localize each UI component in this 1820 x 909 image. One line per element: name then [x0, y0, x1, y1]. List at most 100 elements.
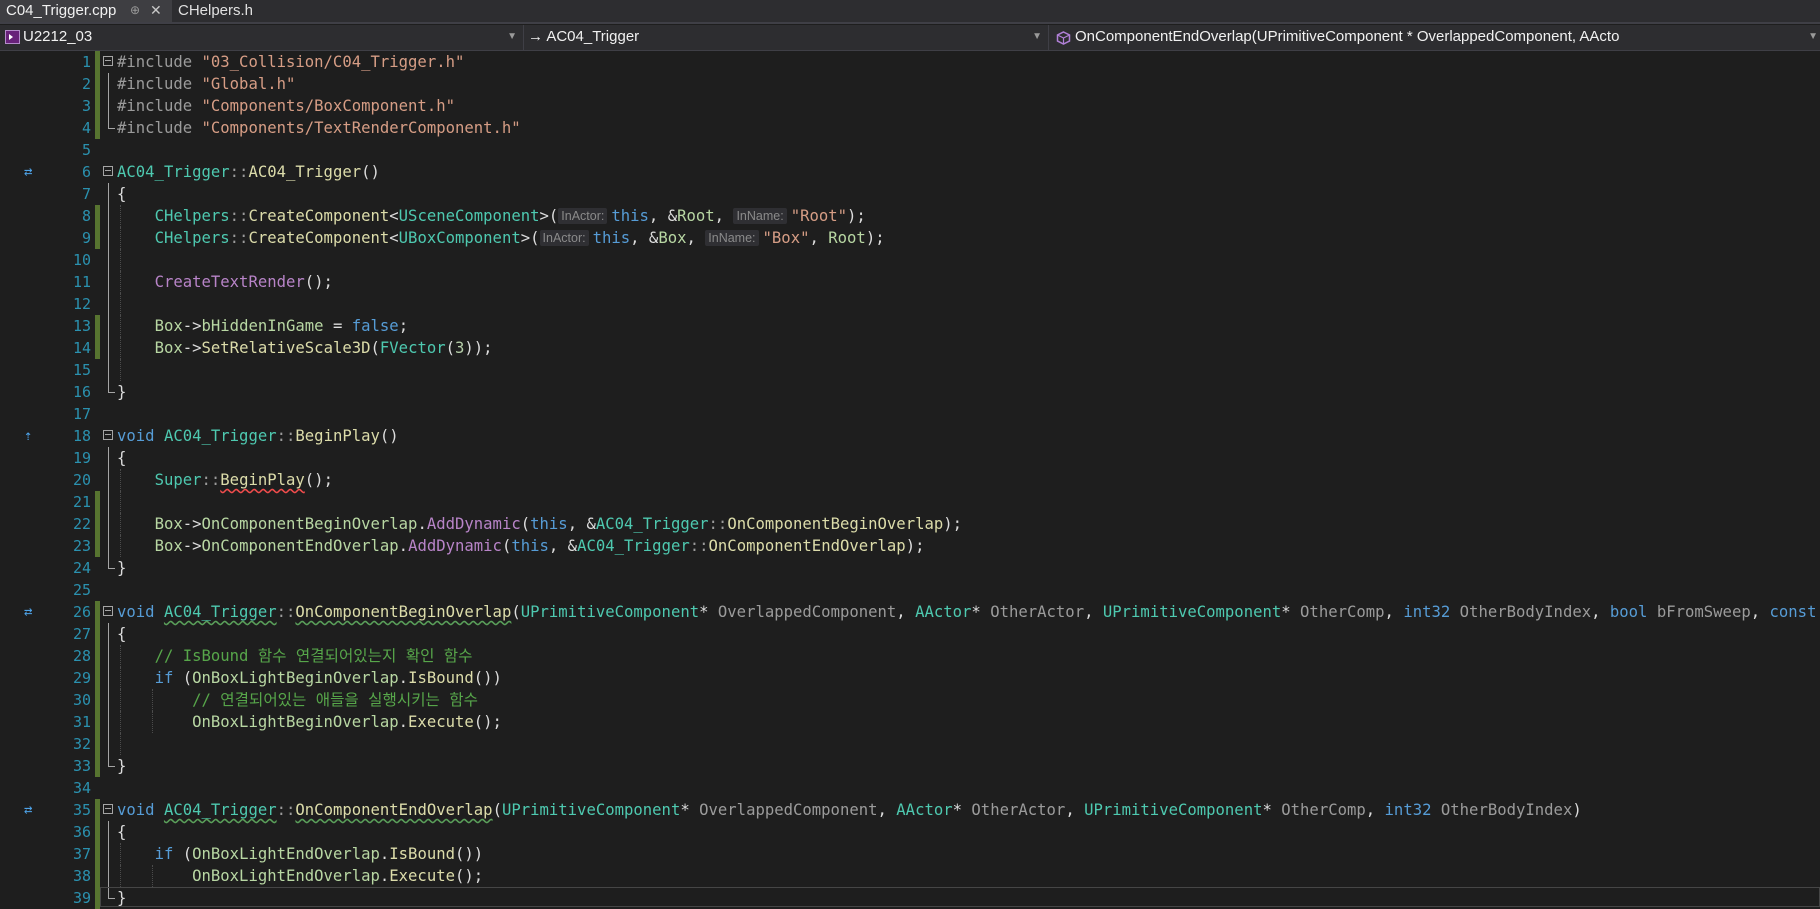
code-token: OtherActor — [971, 801, 1066, 819]
code-text[interactable]: if (OnBoxLightBeginOverlap.IsBound()) — [117, 667, 502, 689]
code-token: Box — [658, 229, 687, 247]
code-text[interactable]: // 연결되어있는 애들을 실행시키는 함수 — [117, 689, 478, 711]
code-line[interactable]: 34 — [0, 777, 1820, 799]
code-text[interactable]: CHelpers::CreateComponent<USceneComponen… — [117, 205, 866, 227]
scope-dropdown[interactable]: → AC04_Trigger ▼ — [524, 25, 1049, 50]
code-line[interactable]: 9 CHelpers::CreateComponent<UBoxComponen… — [0, 227, 1820, 249]
code-line[interactable]: 8 CHelpers::CreateComponent<USceneCompon… — [0, 205, 1820, 227]
code-text[interactable]: CHelpers::CreateComponent<UBoxComponent>… — [117, 227, 885, 249]
code-text[interactable]: #include "Components/TextRenderComponent… — [117, 117, 521, 139]
outline-line — [108, 95, 109, 117]
code-text[interactable]: #include "Components/BoxComponent.h" — [117, 95, 455, 117]
code-line[interactable]: 10 — [0, 249, 1820, 271]
code-text[interactable]: #include "03_Collision/C04_Trigger.h" — [117, 51, 464, 73]
code-text[interactable]: } — [117, 887, 126, 909]
code-line[interactable]: 4 #include "Components/TextRenderComponen… — [0, 117, 1820, 139]
code-line[interactable]: 19 { — [0, 447, 1820, 469]
code-line[interactable]: 20 Super::BeginPlay(); — [0, 469, 1820, 491]
project-dropdown[interactable]: U2212_03 ▼ — [0, 25, 524, 50]
code-text[interactable]: Box->OnComponentEndOverlap.AddDynamic(th… — [117, 535, 925, 557]
code-token: ); — [905, 537, 925, 555]
code-text[interactable]: void AC04_Trigger::OnComponentBeginOverl… — [117, 601, 1820, 623]
project-name: U2212_03 — [23, 28, 93, 45]
code-line[interactable]: 29 if (OnBoxLightBeginOverlap.IsBound()) — [0, 667, 1820, 689]
tab-label: C04_Trigger.cpp — [6, 2, 117, 19]
change-indicator — [95, 513, 100, 535]
code-line[interactable]: 32 — [0, 733, 1820, 755]
code-text[interactable]: // IsBound 함수 연결되어있는지 확인 함수 — [117, 645, 473, 667]
code-line[interactable]: 27 { — [0, 623, 1820, 645]
collapse-icon[interactable] — [103, 56, 113, 66]
code-text[interactable]: } — [117, 381, 126, 403]
code-text[interactable]: } — [117, 755, 126, 777]
code-text[interactable]: void AC04_Trigger::OnComponentEndOverlap… — [117, 799, 1582, 821]
code-line[interactable]: 14 Box->SetRelativeScale3D(FVector(3)); — [0, 337, 1820, 359]
code-token: OverlappedComponent — [699, 801, 878, 819]
code-text[interactable]: { — [117, 623, 126, 645]
code-line[interactable]: 36 { — [0, 821, 1820, 843]
code-text[interactable]: void AC04_Trigger::BeginPlay() — [117, 425, 399, 447]
code-line[interactable]: 39} — [0, 887, 1820, 909]
code-text[interactable]: Super::BeginPlay(); — [117, 469, 333, 491]
code-line[interactable]: 2 #include "Global.h" — [0, 73, 1820, 95]
code-token: int32 — [1403, 603, 1460, 621]
code-line[interactable]: 22 Box->OnComponentBeginOverlap.AddDynam… — [0, 513, 1820, 535]
code-line[interactable]: 15 — [0, 359, 1820, 381]
code-token: "Root" — [790, 207, 848, 225]
collapse-icon[interactable] — [103, 166, 113, 176]
code-line[interactable]: 13 Box->bHiddenInGame = false; — [0, 315, 1820, 337]
code-text[interactable]: AC04_Trigger::AC04_Trigger() — [117, 161, 380, 183]
code-line[interactable]: 3 #include "Components/BoxComponent.h" — [0, 95, 1820, 117]
code-line[interactable]: 25 — [0, 579, 1820, 601]
pin-icon[interactable]: ⊕ — [130, 0, 140, 21]
code-line[interactable]: 5 — [0, 139, 1820, 161]
goto-definition-icon[interactable]: ⇄ — [24, 163, 46, 181]
code-text[interactable]: { — [117, 183, 126, 205]
code-line[interactable]: 31 OnBoxLightBeginOverlap.Execute(); — [0, 711, 1820, 733]
code-text[interactable]: OnBoxLightEndOverlap.Execute(); — [117, 865, 483, 887]
code-line[interactable]: ⇡ 18 void AC04_Trigger::BeginPlay() — [0, 425, 1820, 447]
code-text[interactable]: #include "Global.h" — [117, 73, 295, 95]
code-line[interactable]: ⇄ 35 void AC04_Trigger::OnComponentEndOver… — [0, 799, 1820, 821]
code-text[interactable]: Box->SetRelativeScale3D(FVector(3)); — [117, 337, 493, 359]
code-token: UPrimitiveComponent — [1102, 603, 1282, 621]
code-line[interactable]: 17 — [0, 403, 1820, 425]
override-icon[interactable]: ⇡ — [24, 427, 46, 445]
code-line[interactable]: 16} — [0, 381, 1820, 403]
tab-chelpers-h[interactable]: CHelpers.h — [175, 0, 253, 22]
code-editor[interactable]: 1 #include "03_Collision/C04_Trigger.h" 2 #… — [0, 51, 1820, 909]
code-line[interactable]: 30 // 연결되어있는 애들을 실행시키는 함수 — [0, 689, 1820, 711]
code-token: Box — [154, 537, 183, 555]
code-line[interactable]: ⇄ 26 void AC04_Trigger::OnComponentBeginOv… — [0, 601, 1820, 623]
code-text[interactable]: CreateTextRender(); — [117, 271, 333, 293]
tab-c04-trigger-cpp[interactable]: C04_Trigger.cpp ⊕ ✕ — [0, 0, 172, 22]
code-text[interactable]: { — [117, 447, 126, 469]
line-number: 33 — [72, 757, 91, 775]
code-line[interactable]: 23 Box->OnComponentEndOverlap.AddDynamic… — [0, 535, 1820, 557]
code-text[interactable]: } — [117, 557, 126, 579]
goto-definition-icon[interactable]: ⇄ — [24, 603, 46, 621]
code-line[interactable]: 28 // IsBound 함수 연결되어있는지 확인 함수 — [0, 645, 1820, 667]
code-text[interactable]: Box->OnComponentBeginOverlap.AddDynamic(… — [117, 513, 962, 535]
code-text[interactable]: OnBoxLightBeginOverlap.Execute(); — [117, 711, 502, 733]
code-line[interactable]: 21 — [0, 491, 1820, 513]
code-line[interactable]: 1 #include "03_Collision/C04_Trigger.h" — [0, 51, 1820, 73]
code-line[interactable]: ⇄ 6 AC04_Trigger::AC04_Trigger() — [0, 161, 1820, 183]
code-line[interactable]: 7{ — [0, 183, 1820, 205]
code-line[interactable]: 11 CreateTextRender(); — [0, 271, 1820, 293]
goto-definition-icon[interactable]: ⇄ — [24, 801, 46, 819]
code-line[interactable]: 37 if (OnBoxLightEndOverlap.IsBound()) — [0, 843, 1820, 865]
code-line[interactable]: 38 OnBoxLightEndOverlap.Execute(); — [0, 865, 1820, 887]
member-dropdown[interactable]: OnComponentEndOverlap(UPrimitiveComponen… — [1049, 25, 1820, 50]
code-line[interactable]: 24} — [0, 557, 1820, 579]
code-text[interactable]: if (OnBoxLightEndOverlap.IsBound()) — [117, 843, 484, 865]
collapse-icon[interactable] — [103, 430, 113, 440]
collapse-icon[interactable] — [103, 606, 113, 616]
code-token: , — [1384, 603, 1404, 621]
code-line[interactable]: 12 — [0, 293, 1820, 315]
code-line[interactable]: 33} — [0, 755, 1820, 777]
code-text[interactable]: { — [117, 821, 126, 843]
code-text[interactable]: Box->bHiddenInGame = false; — [117, 315, 409, 337]
close-icon[interactable]: ✕ — [150, 0, 162, 21]
collapse-icon[interactable] — [103, 804, 113, 814]
